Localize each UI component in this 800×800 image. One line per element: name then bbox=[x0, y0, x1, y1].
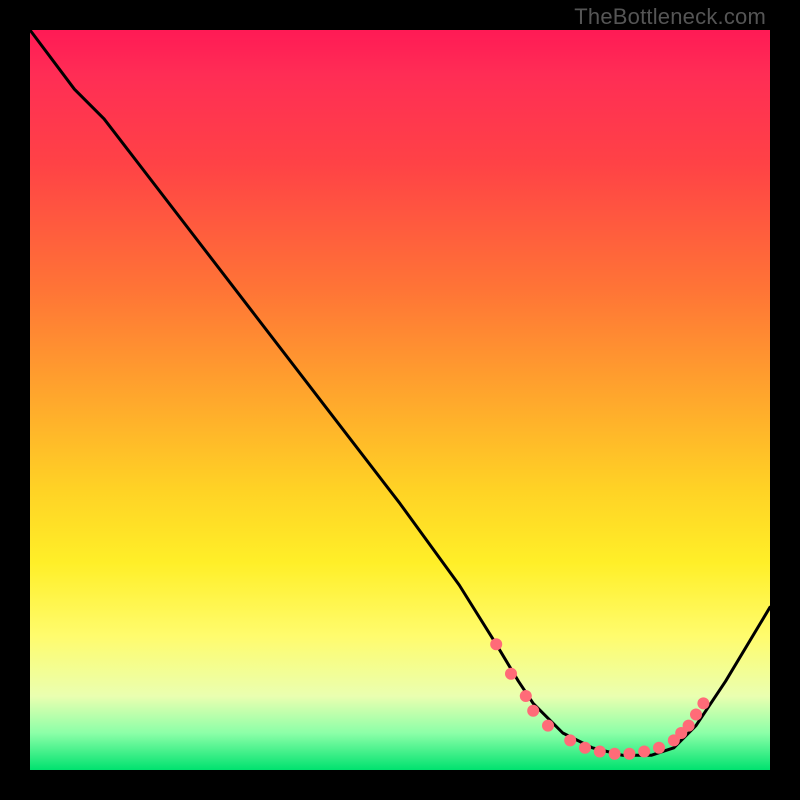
curve-markers bbox=[490, 638, 709, 760]
watermark-label: TheBottleneck.com bbox=[574, 4, 766, 30]
bottleneck-curve bbox=[30, 30, 770, 755]
curve-marker bbox=[623, 748, 635, 760]
curve-marker bbox=[542, 720, 554, 732]
curve-marker bbox=[564, 734, 576, 746]
chart-frame: TheBottleneck.com bbox=[0, 0, 800, 800]
curve-marker bbox=[690, 709, 702, 721]
curve-marker bbox=[579, 742, 591, 754]
curve-marker bbox=[697, 697, 709, 709]
curve-marker bbox=[638, 746, 650, 758]
plot-area bbox=[30, 30, 770, 770]
curve-marker bbox=[520, 690, 532, 702]
curve-marker bbox=[609, 748, 621, 760]
curve-marker bbox=[505, 668, 517, 680]
curve-marker bbox=[653, 742, 665, 754]
curve-layer bbox=[30, 30, 770, 770]
curve-marker bbox=[683, 720, 695, 732]
curve-marker bbox=[527, 705, 539, 717]
curve-marker bbox=[594, 746, 606, 758]
curve-marker bbox=[490, 638, 502, 650]
